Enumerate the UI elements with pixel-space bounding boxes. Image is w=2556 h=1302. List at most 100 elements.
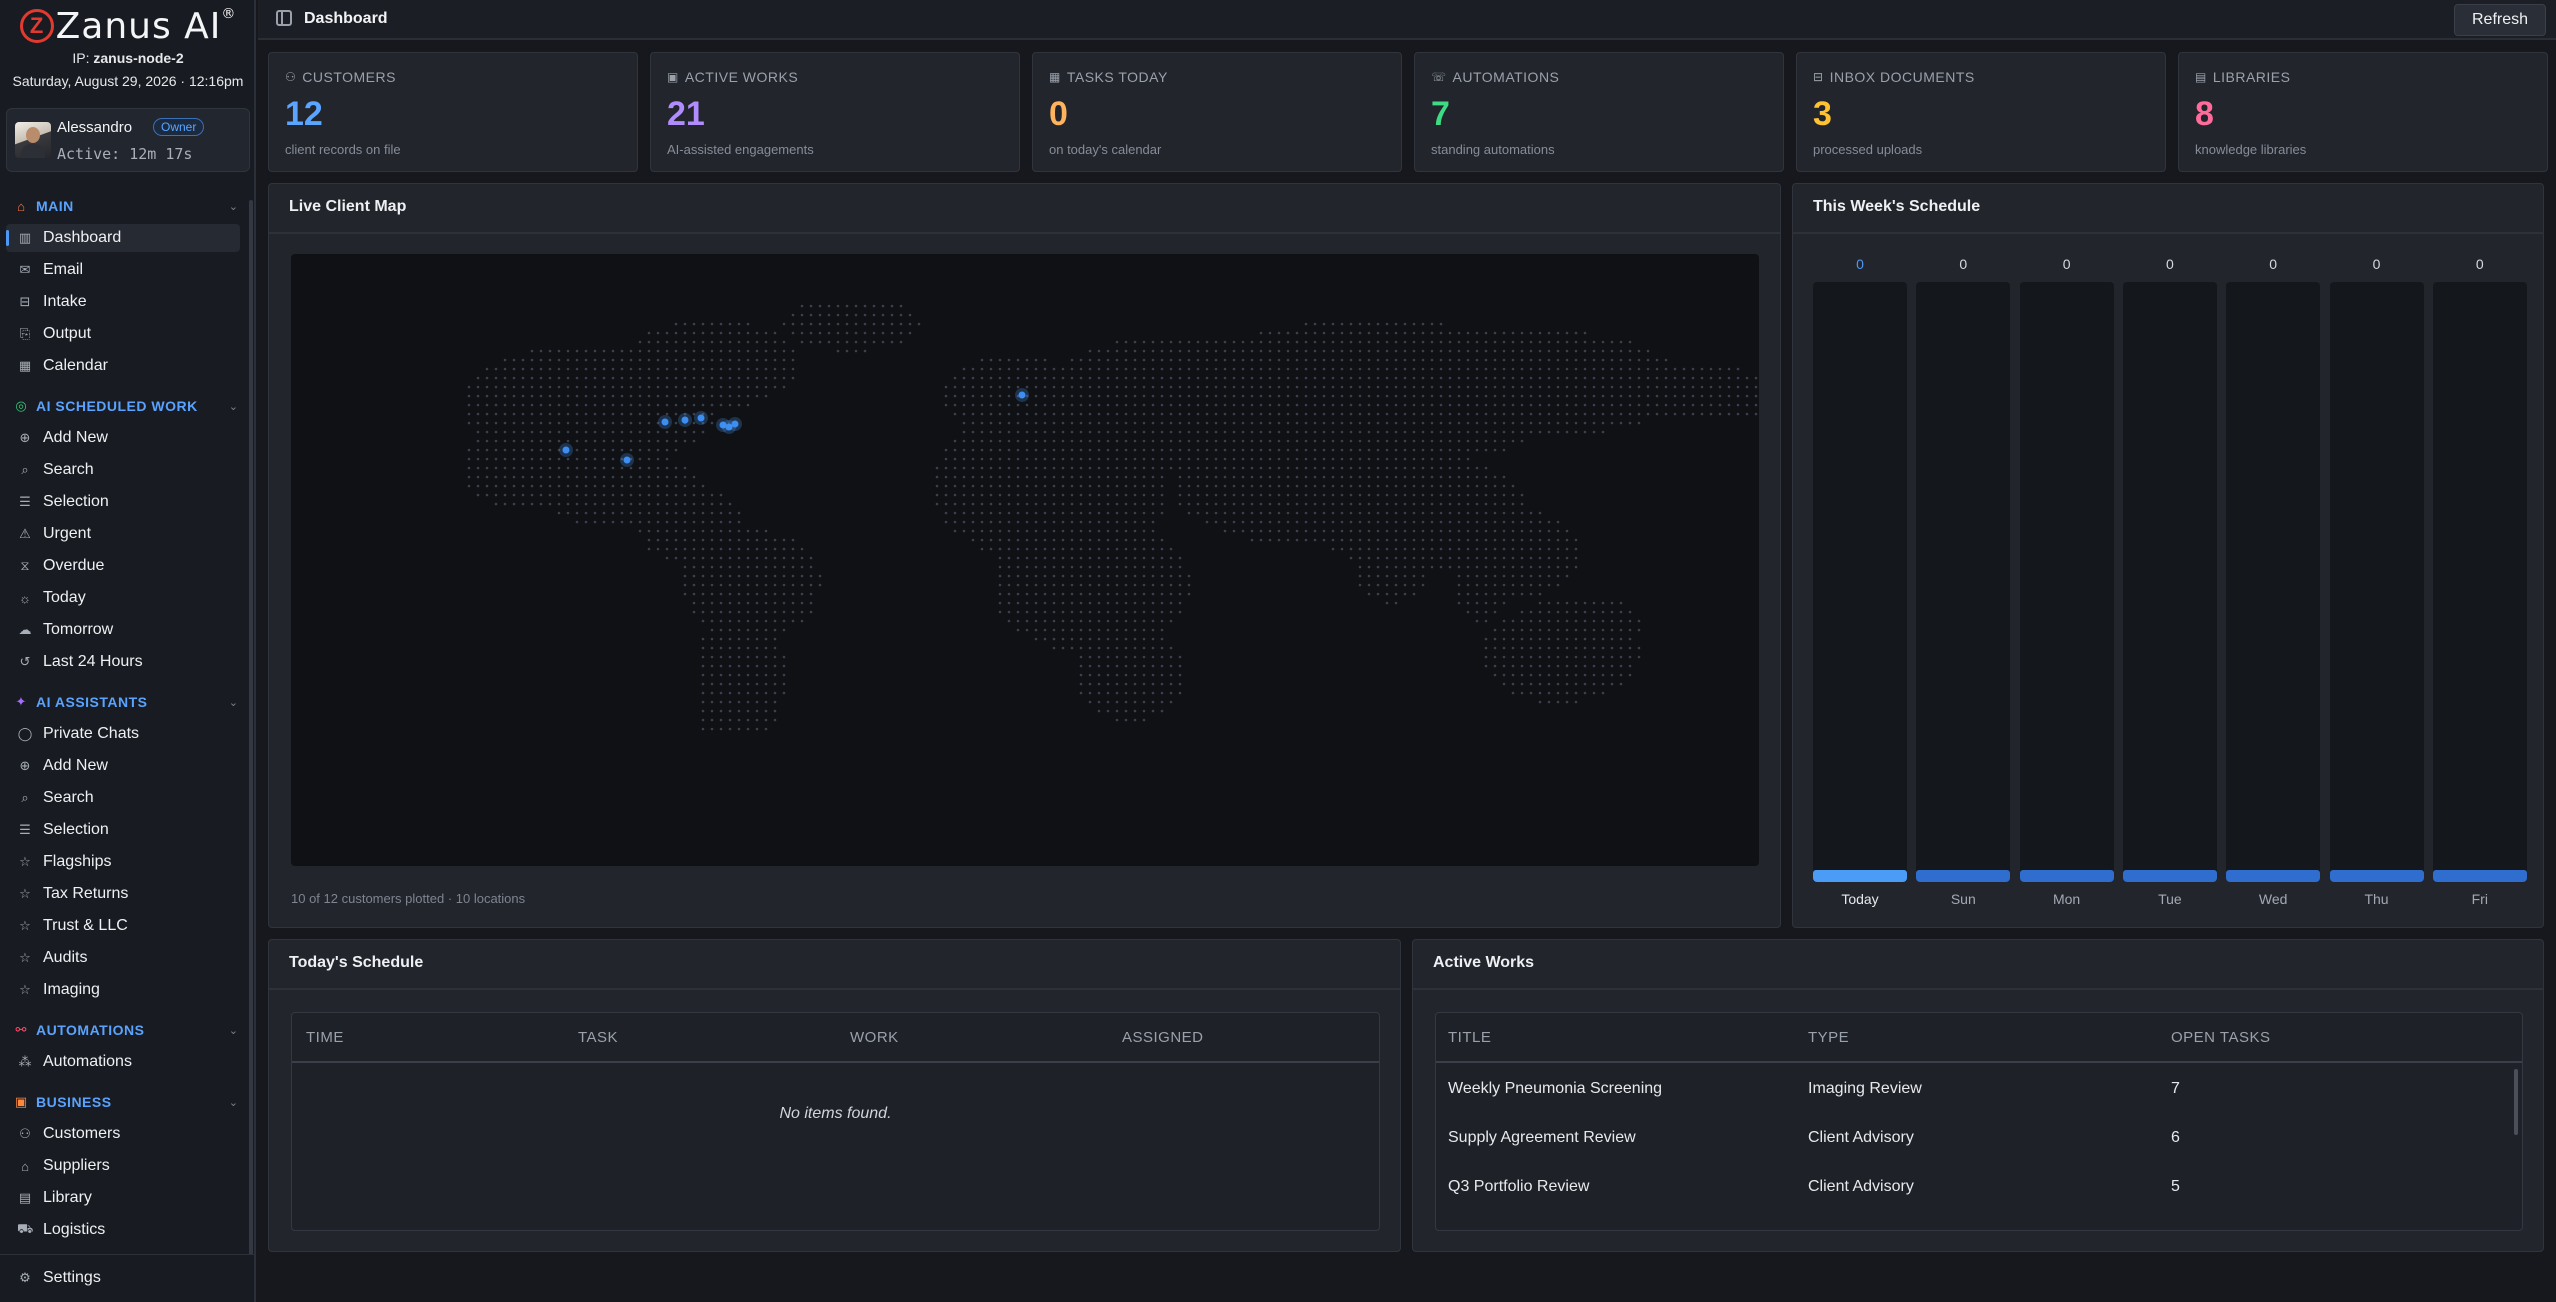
sidebar-item-dashboard[interactable]: ▥ Dashboard [6, 224, 240, 252]
map-dot [593, 412, 597, 416]
column-header-title[interactable]: TITLE [1448, 1029, 1491, 1046]
sidebar-item-settings[interactable]: ⚙ Settings [6, 1264, 240, 1292]
chevron-down-icon[interactable]: ⌄ [229, 1096, 238, 1109]
map-dot [1403, 475, 1407, 479]
map-dot [764, 556, 768, 560]
sidebar-item-output[interactable]: ⎘ Output [6, 320, 240, 348]
world-map[interactable] [291, 254, 1759, 866]
table-row[interactable]: Weekly Pneumonia Screening Imaging Review… [1436, 1065, 2522, 1114]
map-dot [1061, 601, 1065, 605]
user-card[interactable]: Alessandro Owner Active: 12m 17s [6, 108, 250, 172]
map-dot [953, 448, 957, 452]
day-column-mon[interactable] [2019, 282, 2114, 882]
map-dot [1151, 421, 1155, 425]
map-dot [620, 385, 624, 389]
map-dot [1061, 502, 1065, 506]
sidebar-item-tax-returns[interactable]: ☆ Tax Returns [6, 880, 240, 908]
day-column-today[interactable] [1813, 282, 1907, 882]
sidebar-item-intake[interactable]: ⊟ Intake [6, 288, 240, 316]
sidebar-scrollbar[interactable] [249, 200, 253, 1255]
sidebar-item-private-chats[interactable]: ◯ Private Chats [6, 720, 240, 748]
client-marker[interactable] [697, 414, 705, 422]
refresh-button[interactable]: Refresh [2454, 4, 2546, 36]
column-header-type[interactable]: TYPE [1808, 1029, 1849, 1046]
day-column-tue[interactable] [2122, 282, 2217, 882]
map-dot [836, 322, 840, 326]
sidebar-item-overdue[interactable]: ⧖ Overdue [6, 552, 240, 580]
map-dot [1367, 349, 1371, 353]
section-assistants[interactable]: ✦ AI ASSISTANTS ⌄ [0, 688, 254, 716]
client-marker[interactable] [681, 416, 689, 424]
section-main[interactable]: ⌂ MAIN ⌄ [0, 192, 254, 220]
day-column-fri[interactable] [2432, 282, 2527, 882]
day-count: 0 [2475, 256, 2484, 272]
sidebar-item-library[interactable]: ▤ Library [6, 1184, 240, 1212]
sidebar-item-suppliers[interactable]: ⌂ Suppliers [6, 1152, 240, 1180]
map-dot [512, 484, 516, 488]
map-dot [989, 475, 993, 479]
map-dot [629, 511, 633, 515]
sidebar-item-trust-llc[interactable]: ☆ Trust & LLC [6, 912, 240, 940]
table-row[interactable]: Supply Agreement Review Client Advisory 6 [1436, 1114, 2522, 1163]
sidebar-item-audits[interactable]: ☆ Audits [6, 944, 240, 972]
column-header-assigned[interactable]: ASSIGNED [1122, 1029, 1204, 1046]
sidebar-item-add-new[interactable]: ⊕ Add New [6, 752, 240, 780]
map-dot [728, 556, 732, 560]
table-row[interactable]: Q3 Portfolio Review Client Advisory 5 [1436, 1163, 2522, 1212]
section-automations[interactable]: ⚯ AUTOMATIONS ⌄ [0, 1016, 254, 1044]
chevron-down-icon[interactable]: ⌄ [229, 696, 238, 709]
sidebar-toggle-icon[interactable] [276, 10, 292, 26]
sidebar-item-calendar[interactable]: ▦ Calendar [6, 352, 240, 380]
client-marker[interactable] [731, 420, 739, 428]
sidebar-item-urgent[interactable]: ⚠ Urgent [6, 520, 240, 548]
sidebar-item-email[interactable]: ✉ Email [6, 256, 240, 284]
sidebar-item-today[interactable]: ☼ Today [6, 584, 240, 612]
section-business[interactable]: ▣ BUSINESS ⌄ [0, 1088, 254, 1116]
map-dot [476, 421, 480, 425]
sidebar-item-last-24-hours[interactable]: ↺ Last 24 Hours [6, 648, 240, 676]
map-dot [1043, 520, 1047, 524]
map-dot [1097, 349, 1101, 353]
map-dot [1250, 412, 1254, 416]
sidebar-item-flagships[interactable]: ☆ Flagships [6, 848, 240, 876]
sidebar-item-imaging[interactable]: ☆ Imaging [6, 976, 240, 1004]
map-dot [1619, 682, 1623, 686]
sidebar-item-search[interactable]: ⌕ Search [6, 784, 240, 812]
chevron-down-icon[interactable]: ⌄ [229, 200, 238, 213]
stat-card-libraries[interactable]: ▤ LIBRARIES 8 knowledge libraries [2178, 52, 2548, 172]
section-scheduled[interactable]: ◎ AI SCHEDULED WORK ⌄ [0, 392, 254, 420]
map-dot [1376, 403, 1380, 407]
client-marker[interactable] [1018, 391, 1026, 399]
sidebar-item-search[interactable]: ⌕ Search [6, 456, 240, 484]
sidebar-item-tomorrow[interactable]: ☁ Tomorrow [6, 616, 240, 644]
column-header-task[interactable]: TASK [578, 1029, 618, 1046]
chevron-down-icon[interactable]: ⌄ [229, 400, 238, 413]
day-column-thu[interactable] [2329, 282, 2424, 882]
map-dot [1034, 367, 1038, 371]
map-dot [944, 493, 948, 497]
sidebar-item-automations[interactable]: ⁂ Automations [6, 1048, 240, 1076]
sidebar-item-selection[interactable]: ☰ Selection [6, 488, 240, 516]
day-column-wed[interactable] [2226, 282, 2321, 882]
sidebar-item-logistics[interactable]: ⛟ Logistics [6, 1216, 240, 1244]
sidebar-item-selection[interactable]: ☰ Selection [6, 816, 240, 844]
client-marker[interactable] [562, 446, 570, 454]
column-header-time[interactable]: TIME [306, 1029, 344, 1046]
app-logo[interactable]: Z Zanus AI® [0, 6, 256, 47]
client-marker[interactable] [661, 418, 669, 426]
stat-card-tasks-today[interactable]: ▦ TASKS TODAY 0 on today's calendar [1032, 52, 1402, 172]
sidebar-item-customers[interactable]: ⚇ Customers [6, 1120, 240, 1148]
sidebar-item-add-new[interactable]: ⊕ Add New [6, 424, 240, 452]
column-header-work[interactable]: WORK [850, 1029, 899, 1046]
map-dot [512, 412, 516, 416]
map-dot [1088, 385, 1092, 389]
map-dot [1385, 547, 1389, 551]
stat-card-customers[interactable]: ⚇ CUSTOMERS 12 client records on file [268, 52, 638, 172]
chevron-down-icon[interactable]: ⌄ [229, 1024, 238, 1037]
stat-card-automations[interactable]: ☏ AUTOMATIONS 7 standing automations [1414, 52, 1784, 172]
stat-card-active-works[interactable]: ▣ ACTIVE WORKS 21 AI-assisted engagements [650, 52, 1020, 172]
stat-card-inbox-documents[interactable]: ⊟ INBOX DOCUMENTS 3 processed uploads [1796, 52, 2166, 172]
column-header-open-tasks[interactable]: OPEN TASKS [2171, 1029, 2270, 1046]
client-marker[interactable] [623, 456, 631, 464]
day-column-sun[interactable] [1916, 282, 2011, 882]
